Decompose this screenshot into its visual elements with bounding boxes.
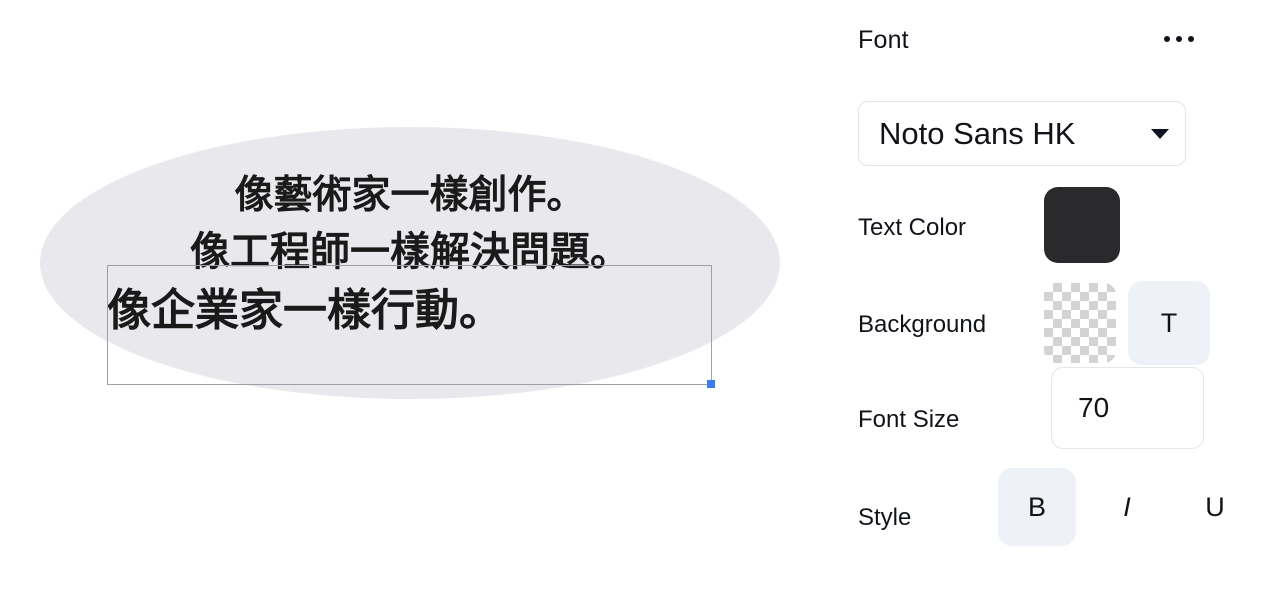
resize-handle-bottom-right[interactable] — [707, 380, 715, 388]
ellipsis-dot-3 — [1188, 36, 1194, 42]
canvas-text-line-1: 像藝術家一樣創作。 — [234, 173, 586, 218]
font-family-select[interactable]: Noto Sans HK — [858, 101, 1186, 166]
font-family-value: Noto Sans HK — [879, 115, 1076, 151]
ellipsis-dot-1 — [1164, 36, 1170, 42]
panel-title: Font — [858, 26, 909, 54]
style-underline-button[interactable]: U — [1176, 468, 1254, 546]
panel-header: Font — [858, 26, 1190, 55]
background-label: Background — [858, 311, 987, 338]
font-size-row: Font Size — [858, 367, 1262, 449]
font-properties-panel: Font Noto Sans HK Text Color Background … — [840, 0, 1280, 592]
ellipsis-dot-2 — [1176, 36, 1182, 42]
chevron-down-icon — [1151, 128, 1169, 139]
style-row: Style B I U — [858, 468, 1262, 546]
font-size-label: Font Size — [858, 406, 960, 433]
style-italic-button[interactable]: I — [1088, 468, 1166, 546]
font-size-input[interactable] — [1051, 367, 1204, 449]
ellipsis-icon[interactable] — [1160, 32, 1198, 46]
text-color-swatch[interactable] — [1044, 187, 1120, 263]
background-transparent-button[interactable]: T — [1128, 281, 1210, 365]
canvas-area[interactable]: 像藝術家一樣創作。 像工程師一樣解決問題。 像企業家一樣行動。 — [0, 0, 840, 592]
canvas-text-line-2: 像工程師一樣解決問題。 — [190, 229, 630, 275]
text-color-label: Text Color — [858, 214, 967, 241]
style-label: Style — [858, 504, 912, 531]
text-color-row: Text Color — [858, 187, 1262, 263]
canvas-text-line-3: 像企業家一樣行動。 — [107, 285, 503, 336]
background-color-swatch[interactable] — [1044, 283, 1116, 363]
background-row: Background T — [858, 281, 1262, 365]
style-bold-button[interactable]: B — [998, 468, 1076, 546]
canvas-text-block[interactable]: 像藝術家一樣創作。 像工程師一樣解決問題。 像企業家一樣行動。 — [40, 168, 780, 342]
